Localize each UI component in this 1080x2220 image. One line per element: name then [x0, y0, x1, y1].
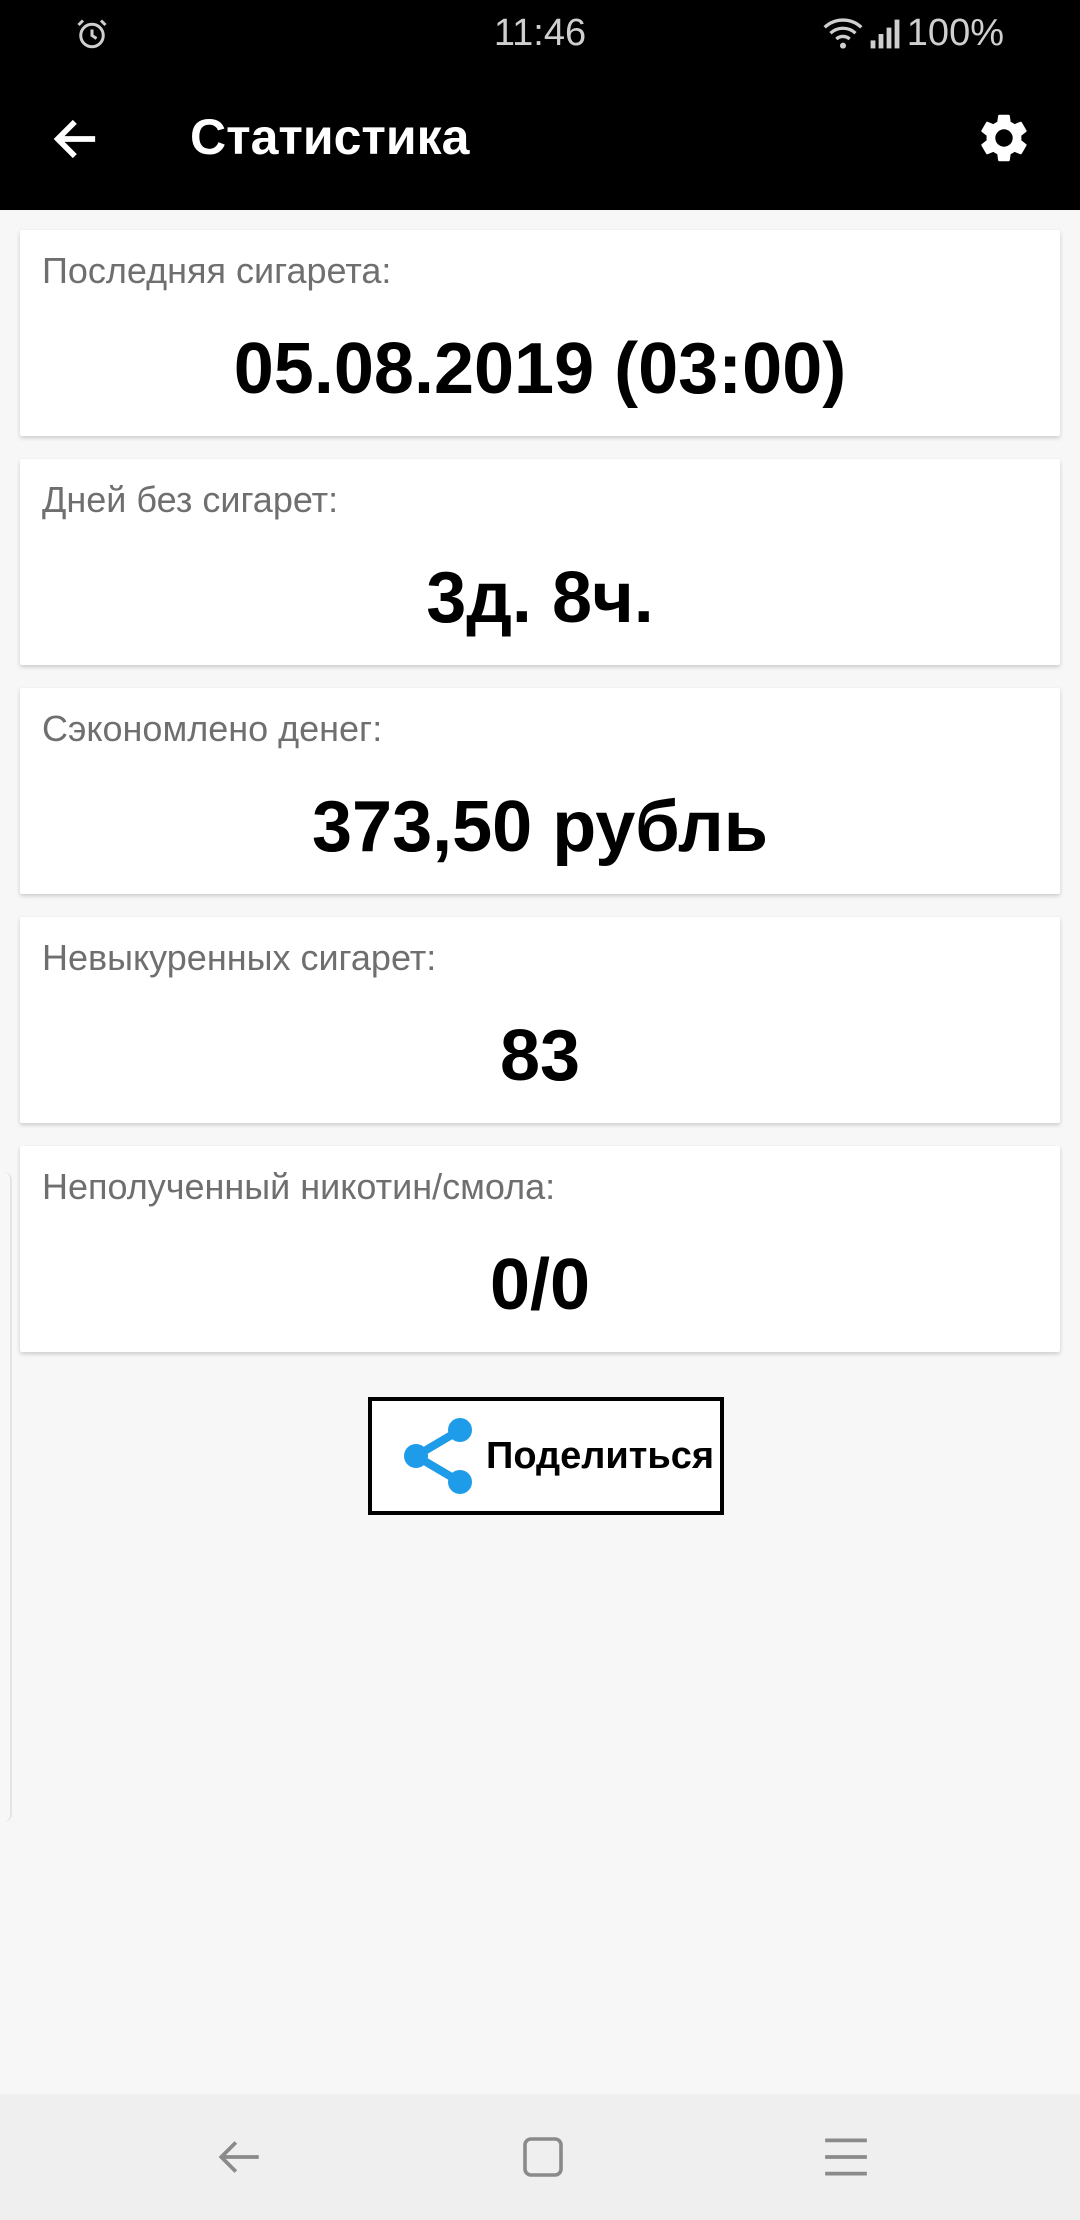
nav-recents-icon [825, 2138, 867, 2176]
card-label: Невыкуренных сигарет: [42, 937, 437, 978]
nav-back-icon [218, 2141, 259, 2173]
nav-recents-button[interactable] [813, 2124, 879, 2190]
settings-button[interactable] [966, 100, 1042, 176]
card-value: 3д. 8ч. [426, 558, 654, 638]
card-value: 83 [499, 1016, 581, 1096]
status-bar: 11:46 100% [0, 0, 1080, 68]
card-value: 05.08.2019 (03:00) [233, 329, 847, 409]
card-value: 373,50 рубль [312, 787, 768, 867]
card-label: Последняя сигарета: [42, 250, 392, 291]
card-label: Дней без сигарет: [42, 479, 339, 520]
nav-home-button[interactable] [510, 2124, 576, 2190]
status-right: 100% [823, 12, 1004, 55]
app-bar: Статистика [0, 68, 1080, 210]
card-value: 0/0 [489, 1245, 591, 1325]
back-button[interactable] [40, 104, 110, 174]
wifi-icon [823, 17, 863, 49]
card-money-saved: Сэкономлено денег: 373,50 рубль [20, 688, 1060, 894]
nav-back-button[interactable] [207, 2124, 273, 2190]
card-days-without: Дней без сигарет: 3д. 8ч. [20, 459, 1060, 665]
card-label: Сэкономлено денег: [42, 708, 383, 749]
page-title: Статистика [190, 109, 470, 165]
gear-icon [981, 114, 1027, 162]
battery-level: 100% [906, 12, 1004, 54]
card-cigarettes-not-smoked: Невыкуренных сигарет: 83 [20, 917, 1060, 1123]
card-nicotine-tar: Неполученный никотин/смола: 0/0 [20, 1146, 1060, 1352]
system-nav-bar [0, 2094, 1080, 2220]
signal-icon [870, 19, 900, 48]
card-label: Неполученный никотин/смола: [42, 1166, 556, 1207]
nav-home-icon [523, 2137, 563, 2177]
card-last-cigarette: Последняя сигарета: 05.08.2019 (03:00) [20, 230, 1060, 436]
edge-panel-handle[interactable] [0, 1172, 12, 1822]
share-button[interactable]: Поделиться [368, 1397, 724, 1515]
share-icon [404, 1418, 472, 1494]
arrow-back-icon [53, 119, 96, 159]
share-label: Поделиться [486, 1434, 715, 1477]
